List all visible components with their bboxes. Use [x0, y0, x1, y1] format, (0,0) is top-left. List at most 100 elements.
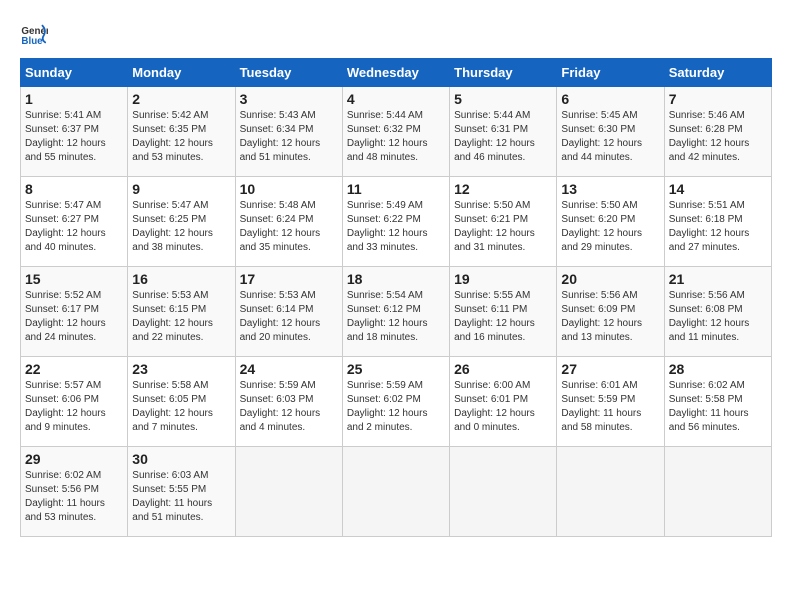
- day-info: Sunrise: 5:44 AM Sunset: 6:32 PM Dayligh…: [347, 109, 445, 165]
- day-number: 14: [669, 181, 767, 197]
- day-number: 8: [25, 181, 123, 197]
- day-info: Sunrise: 5:56 AM Sunset: 6:08 PM Dayligh…: [669, 289, 767, 345]
- calendar-cell: 8 Sunrise: 5:47 AM Sunset: 6:27 PM Dayli…: [21, 177, 128, 267]
- calendar-cell: 11 Sunrise: 5:49 AM Sunset: 6:22 PM Dayl…: [342, 177, 449, 267]
- calendar-cell: 3 Sunrise: 5:43 AM Sunset: 6:34 PM Dayli…: [235, 87, 342, 177]
- weekday-header-sunday: Sunday: [21, 59, 128, 87]
- day-info: Sunrise: 5:49 AM Sunset: 6:22 PM Dayligh…: [347, 199, 445, 255]
- day-number: 24: [240, 361, 338, 377]
- day-number: 4: [347, 91, 445, 107]
- calendar-cell: 20 Sunrise: 5:56 AM Sunset: 6:09 PM Dayl…: [557, 267, 664, 357]
- day-number: 27: [561, 361, 659, 377]
- calendar-cell: 5 Sunrise: 5:44 AM Sunset: 6:31 PM Dayli…: [450, 87, 557, 177]
- day-number: 17: [240, 271, 338, 287]
- day-number: 5: [454, 91, 552, 107]
- day-info: Sunrise: 5:42 AM Sunset: 6:35 PM Dayligh…: [132, 109, 230, 165]
- day-info: Sunrise: 5:45 AM Sunset: 6:30 PM Dayligh…: [561, 109, 659, 165]
- weekday-header-friday: Friday: [557, 59, 664, 87]
- calendar-table: SundayMondayTuesdayWednesdayThursdayFrid…: [20, 58, 772, 537]
- weekday-header-monday: Monday: [128, 59, 235, 87]
- calendar-cell: 19 Sunrise: 5:55 AM Sunset: 6:11 PM Dayl…: [450, 267, 557, 357]
- day-number: 15: [25, 271, 123, 287]
- day-info: Sunrise: 5:54 AM Sunset: 6:12 PM Dayligh…: [347, 289, 445, 345]
- day-info: Sunrise: 5:53 AM Sunset: 6:15 PM Dayligh…: [132, 289, 230, 345]
- day-info: Sunrise: 5:56 AM Sunset: 6:09 PM Dayligh…: [561, 289, 659, 345]
- page-header: General Blue: [20, 20, 772, 48]
- calendar-cell: 10 Sunrise: 5:48 AM Sunset: 6:24 PM Dayl…: [235, 177, 342, 267]
- day-number: 23: [132, 361, 230, 377]
- calendar-cell: 4 Sunrise: 5:44 AM Sunset: 6:32 PM Dayli…: [342, 87, 449, 177]
- calendar-cell: 9 Sunrise: 5:47 AM Sunset: 6:25 PM Dayli…: [128, 177, 235, 267]
- day-number: 28: [669, 361, 767, 377]
- calendar-cell: [235, 447, 342, 537]
- day-info: Sunrise: 5:47 AM Sunset: 6:27 PM Dayligh…: [25, 199, 123, 255]
- day-number: 22: [25, 361, 123, 377]
- weekday-header-thursday: Thursday: [450, 59, 557, 87]
- day-info: Sunrise: 6:00 AM Sunset: 6:01 PM Dayligh…: [454, 379, 552, 435]
- calendar-cell: 21 Sunrise: 5:56 AM Sunset: 6:08 PM Dayl…: [664, 267, 771, 357]
- calendar-week-4: 22 Sunrise: 5:57 AM Sunset: 6:06 PM Dayl…: [21, 357, 772, 447]
- calendar-cell: 25 Sunrise: 5:59 AM Sunset: 6:02 PM Dayl…: [342, 357, 449, 447]
- calendar-cell: [342, 447, 449, 537]
- weekday-header-tuesday: Tuesday: [235, 59, 342, 87]
- day-info: Sunrise: 5:51 AM Sunset: 6:18 PM Dayligh…: [669, 199, 767, 255]
- day-number: 6: [561, 91, 659, 107]
- calendar-cell: 29 Sunrise: 6:02 AM Sunset: 5:56 PM Dayl…: [21, 447, 128, 537]
- svg-text:Blue: Blue: [21, 36, 43, 47]
- day-info: Sunrise: 5:50 AM Sunset: 6:20 PM Dayligh…: [561, 199, 659, 255]
- calendar-cell: 6 Sunrise: 5:45 AM Sunset: 6:30 PM Dayli…: [557, 87, 664, 177]
- day-info: Sunrise: 5:44 AM Sunset: 6:31 PM Dayligh…: [454, 109, 552, 165]
- calendar-cell: 15 Sunrise: 5:52 AM Sunset: 6:17 PM Dayl…: [21, 267, 128, 357]
- day-info: Sunrise: 5:50 AM Sunset: 6:21 PM Dayligh…: [454, 199, 552, 255]
- day-number: 12: [454, 181, 552, 197]
- day-number: 25: [347, 361, 445, 377]
- calendar-week-5: 29 Sunrise: 6:02 AM Sunset: 5:56 PM Dayl…: [21, 447, 772, 537]
- day-info: Sunrise: 6:01 AM Sunset: 5:59 PM Dayligh…: [561, 379, 659, 435]
- day-number: 19: [454, 271, 552, 287]
- day-info: Sunrise: 6:03 AM Sunset: 5:55 PM Dayligh…: [132, 469, 230, 525]
- calendar-cell: 14 Sunrise: 5:51 AM Sunset: 6:18 PM Dayl…: [664, 177, 771, 267]
- day-number: 21: [669, 271, 767, 287]
- day-info: Sunrise: 6:02 AM Sunset: 5:58 PM Dayligh…: [669, 379, 767, 435]
- day-number: 29: [25, 451, 123, 467]
- calendar-cell: [664, 447, 771, 537]
- day-number: 1: [25, 91, 123, 107]
- day-info: Sunrise: 5:41 AM Sunset: 6:37 PM Dayligh…: [25, 109, 123, 165]
- calendar-cell: 13 Sunrise: 5:50 AM Sunset: 6:20 PM Dayl…: [557, 177, 664, 267]
- calendar-cell: 27 Sunrise: 6:01 AM Sunset: 5:59 PM Dayl…: [557, 357, 664, 447]
- weekday-header-saturday: Saturday: [664, 59, 771, 87]
- weekday-header-wednesday: Wednesday: [342, 59, 449, 87]
- day-number: 30: [132, 451, 230, 467]
- day-info: Sunrise: 5:52 AM Sunset: 6:17 PM Dayligh…: [25, 289, 123, 345]
- logo: General Blue: [20, 20, 52, 48]
- day-info: Sunrise: 5:59 AM Sunset: 6:02 PM Dayligh…: [347, 379, 445, 435]
- calendar-cell: 23 Sunrise: 5:58 AM Sunset: 6:05 PM Dayl…: [128, 357, 235, 447]
- day-info: Sunrise: 5:57 AM Sunset: 6:06 PM Dayligh…: [25, 379, 123, 435]
- day-number: 11: [347, 181, 445, 197]
- calendar-cell: 24 Sunrise: 5:59 AM Sunset: 6:03 PM Dayl…: [235, 357, 342, 447]
- calendar-cell: 22 Sunrise: 5:57 AM Sunset: 6:06 PM Dayl…: [21, 357, 128, 447]
- logo-icon: General Blue: [20, 20, 48, 48]
- day-info: Sunrise: 5:59 AM Sunset: 6:03 PM Dayligh…: [240, 379, 338, 435]
- calendar-week-1: 1 Sunrise: 5:41 AM Sunset: 6:37 PM Dayli…: [21, 87, 772, 177]
- day-info: Sunrise: 6:02 AM Sunset: 5:56 PM Dayligh…: [25, 469, 123, 525]
- calendar-cell: 2 Sunrise: 5:42 AM Sunset: 6:35 PM Dayli…: [128, 87, 235, 177]
- calendar-cell: 26 Sunrise: 6:00 AM Sunset: 6:01 PM Dayl…: [450, 357, 557, 447]
- day-info: Sunrise: 5:46 AM Sunset: 6:28 PM Dayligh…: [669, 109, 767, 165]
- day-number: 10: [240, 181, 338, 197]
- day-number: 2: [132, 91, 230, 107]
- day-info: Sunrise: 5:55 AM Sunset: 6:11 PM Dayligh…: [454, 289, 552, 345]
- day-number: 16: [132, 271, 230, 287]
- day-number: 18: [347, 271, 445, 287]
- day-info: Sunrise: 5:53 AM Sunset: 6:14 PM Dayligh…: [240, 289, 338, 345]
- day-number: 9: [132, 181, 230, 197]
- calendar-cell: 7 Sunrise: 5:46 AM Sunset: 6:28 PM Dayli…: [664, 87, 771, 177]
- calendar-cell: 12 Sunrise: 5:50 AM Sunset: 6:21 PM Dayl…: [450, 177, 557, 267]
- day-number: 7: [669, 91, 767, 107]
- calendar-cell: 17 Sunrise: 5:53 AM Sunset: 6:14 PM Dayl…: [235, 267, 342, 357]
- day-number: 20: [561, 271, 659, 287]
- day-info: Sunrise: 5:58 AM Sunset: 6:05 PM Dayligh…: [132, 379, 230, 435]
- calendar-cell: 30 Sunrise: 6:03 AM Sunset: 5:55 PM Dayl…: [128, 447, 235, 537]
- calendar-cell: [557, 447, 664, 537]
- calendar-cell: [450, 447, 557, 537]
